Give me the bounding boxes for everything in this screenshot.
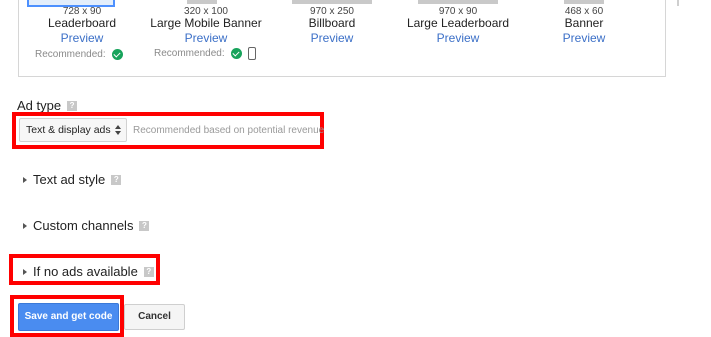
preview-link[interactable]: Preview bbox=[19, 31, 145, 45]
preview-link[interactable]: Preview bbox=[143, 31, 269, 45]
preview-link[interactable]: Preview bbox=[521, 31, 647, 45]
preview-link[interactable]: Preview bbox=[395, 31, 521, 45]
if-no-ads-label: If no ads available bbox=[33, 264, 138, 279]
mobile-phone-icon bbox=[247, 47, 256, 60]
gallery-scrollbar[interactable] bbox=[677, 0, 679, 6]
text-ad-style-toggle[interactable]: Text ad style ? bbox=[23, 172, 122, 187]
custom-channels-toggle[interactable]: Custom channels ? bbox=[23, 218, 150, 233]
cancel-button[interactable]: Cancel bbox=[124, 304, 185, 330]
recommended-label: Recommended: bbox=[35, 49, 106, 60]
ad-size-gallery: 728 x 90 Leaderboard Preview Recommended… bbox=[18, 0, 679, 77]
custom-channels-label: Custom channels bbox=[33, 218, 134, 233]
ad-size-name: Billboard bbox=[308, 16, 356, 30]
help-icon[interactable]: ? bbox=[67, 100, 78, 111]
if-no-ads-toggle[interactable]: If no ads available ? bbox=[23, 264, 154, 279]
preview-link[interactable]: Preview bbox=[269, 31, 395, 45]
recommended-label: Recommended: bbox=[154, 48, 225, 59]
ad-size-name: Leaderboard bbox=[47, 16, 117, 30]
check-circle-icon bbox=[230, 48, 242, 59]
help-icon[interactable]: ? bbox=[139, 220, 150, 231]
ad-size-name: Large Mobile Banner bbox=[150, 16, 262, 30]
ad-size-thumbnail[interactable] bbox=[187, 0, 217, 4]
save-and-get-code-button[interactable]: Save and get code bbox=[18, 303, 119, 331]
caret-right-icon bbox=[23, 222, 27, 229]
caret-right-icon bbox=[23, 268, 27, 275]
recommendation-note: Recommended based on potential revenue bbox=[133, 125, 325, 136]
ad-size-thumbnail[interactable] bbox=[564, 0, 604, 4]
recommended-indicator: Recommended: bbox=[154, 47, 256, 60]
text-ad-style-label: Text ad style bbox=[33, 172, 106, 187]
recommended-indicator: Recommended: bbox=[35, 49, 123, 60]
ad-size-thumbnail[interactable] bbox=[418, 0, 498, 4]
select-arrows-icon bbox=[115, 125, 121, 135]
caret-right-icon bbox=[23, 176, 27, 183]
help-icon[interactable]: ? bbox=[143, 266, 154, 277]
ad-type-selected-value: Text & display ads bbox=[26, 124, 111, 136]
check-circle-icon bbox=[111, 49, 123, 60]
help-icon[interactable]: ? bbox=[111, 174, 122, 185]
ad-type-select[interactable]: Text & display ads bbox=[19, 118, 127, 142]
ad-size-name: Large Leaderboard bbox=[406, 16, 510, 30]
ad-size-name: Banner bbox=[564, 16, 604, 30]
ad-type-heading: Ad type ? bbox=[17, 98, 78, 113]
ad-size-thumbnail[interactable] bbox=[292, 0, 372, 4]
ad-type-label: Ad type bbox=[17, 98, 62, 113]
